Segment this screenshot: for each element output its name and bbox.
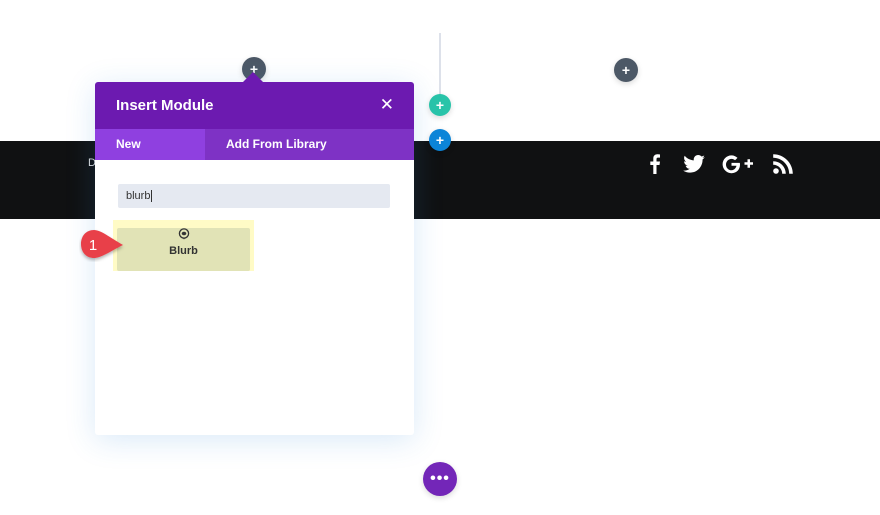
page-settings-button[interactable]: ••• bbox=[423, 462, 457, 496]
text-caret bbox=[151, 190, 153, 203]
module-blurb[interactable]: Blurb bbox=[117, 228, 250, 271]
plus-icon: + bbox=[435, 97, 445, 113]
search-value: blurb bbox=[126, 190, 151, 202]
tab-new-module[interactable]: New Module bbox=[95, 129, 205, 182]
add-row-button-teal[interactable]: + bbox=[429, 94, 451, 116]
module-label: Blurb bbox=[169, 245, 198, 257]
modal-tabs: New Module Add From Library bbox=[95, 129, 414, 182]
add-section-button[interactable]: + bbox=[429, 129, 451, 151]
plus-icon: + bbox=[621, 62, 631, 78]
more-icon: ••• bbox=[430, 470, 450, 487]
add-module-button[interactable]: + bbox=[614, 58, 638, 82]
rss-icon[interactable] bbox=[772, 153, 794, 175]
module-search-input[interactable]: blurb bbox=[118, 184, 390, 208]
page-canvas: D + + + + ••• Insert Module ✕ New Module… bbox=[0, 0, 880, 515]
result-highlight: Blurb bbox=[113, 220, 254, 271]
annotation-number: 1 bbox=[89, 237, 97, 254]
modal-title: Insert Module bbox=[116, 97, 214, 114]
close-icon[interactable]: ✕ bbox=[380, 96, 394, 113]
insert-module-modal: Insert Module ✕ New Module Add From Libr… bbox=[95, 72, 414, 435]
annotation-marker: 1 bbox=[81, 230, 123, 258]
modal-header: Insert Module ✕ bbox=[95, 82, 414, 129]
tab-add-from-library[interactable]: Add From Library bbox=[205, 129, 348, 160]
plus-icon: + bbox=[435, 132, 445, 148]
blurb-icon bbox=[178, 228, 189, 240]
facebook-icon[interactable] bbox=[648, 153, 662, 175]
google-plus-icon[interactable] bbox=[721, 153, 755, 175]
twitter-icon[interactable] bbox=[682, 153, 706, 175]
